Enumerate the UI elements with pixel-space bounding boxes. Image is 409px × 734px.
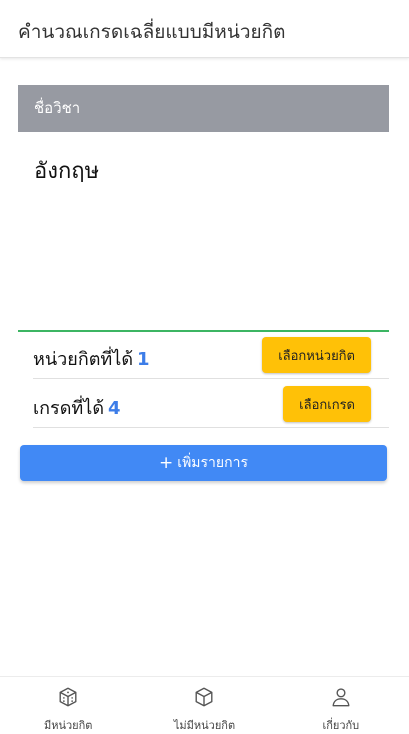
add-item-label: เพิ่มรายการ <box>177 455 248 471</box>
subject-card: ชื่อวิชา อังกฤษ <box>18 85 389 332</box>
credit-label-group: หน่วยกิตที่ได้ 1 <box>33 344 150 373</box>
grade-value: 4 <box>108 398 121 419</box>
grade-label: เกรดที่ได้ <box>33 398 105 419</box>
plus-icon: + <box>159 452 174 473</box>
dice-icon <box>57 686 79 712</box>
subject-header: ชื่อวิชา <box>18 85 389 132</box>
app-bar: คำนวณเกรดเฉลี่ยแบบมีหน่วยกิต <box>0 0 409 58</box>
page-title: คำนวณเกรดเฉลี่ยแบบมีหน่วยกิต <box>18 21 286 43</box>
nav-item-about[interactable]: เกี่ยวกับ <box>273 677 409 734</box>
grade-label-group: เกรดที่ได้ 4 <box>33 393 121 422</box>
cube-icon <box>193 686 215 712</box>
bottom-nav: มีหน่วยกิต ไม่มีหน่วยกิต เกี่ยวกับ <box>0 676 409 734</box>
select-credit-button[interactable]: เลือกหน่วยกิต <box>262 337 371 373</box>
nav-item-with-credit[interactable]: มีหน่วยกิต <box>0 677 136 734</box>
select-grade-button[interactable]: เลือกเกรด <box>283 386 371 422</box>
person-icon <box>330 686 352 712</box>
credit-value: 1 <box>137 349 150 370</box>
nav-label-with-credit: มีหน่วยกิต <box>43 719 93 732</box>
nav-item-without-credit[interactable]: ไม่มีหน่วยกิต <box>136 677 272 734</box>
nav-label-about: เกี่ยวกับ <box>322 719 360 732</box>
subject-name[interactable]: อังกฤษ <box>34 153 99 188</box>
add-item-button[interactable]: + เพิ่มรายการ <box>20 445 387 481</box>
grade-row: เกรดที่ได้ 4 เลือกเกรด <box>33 380 389 428</box>
credit-row: หน่วยกิตที่ได้ 1 เลือกหน่วยกิต <box>33 331 389 379</box>
credit-label: หน่วยกิตที่ได้ <box>33 349 134 370</box>
nav-label-without-credit: ไม่มีหน่วยกิต <box>173 719 236 732</box>
